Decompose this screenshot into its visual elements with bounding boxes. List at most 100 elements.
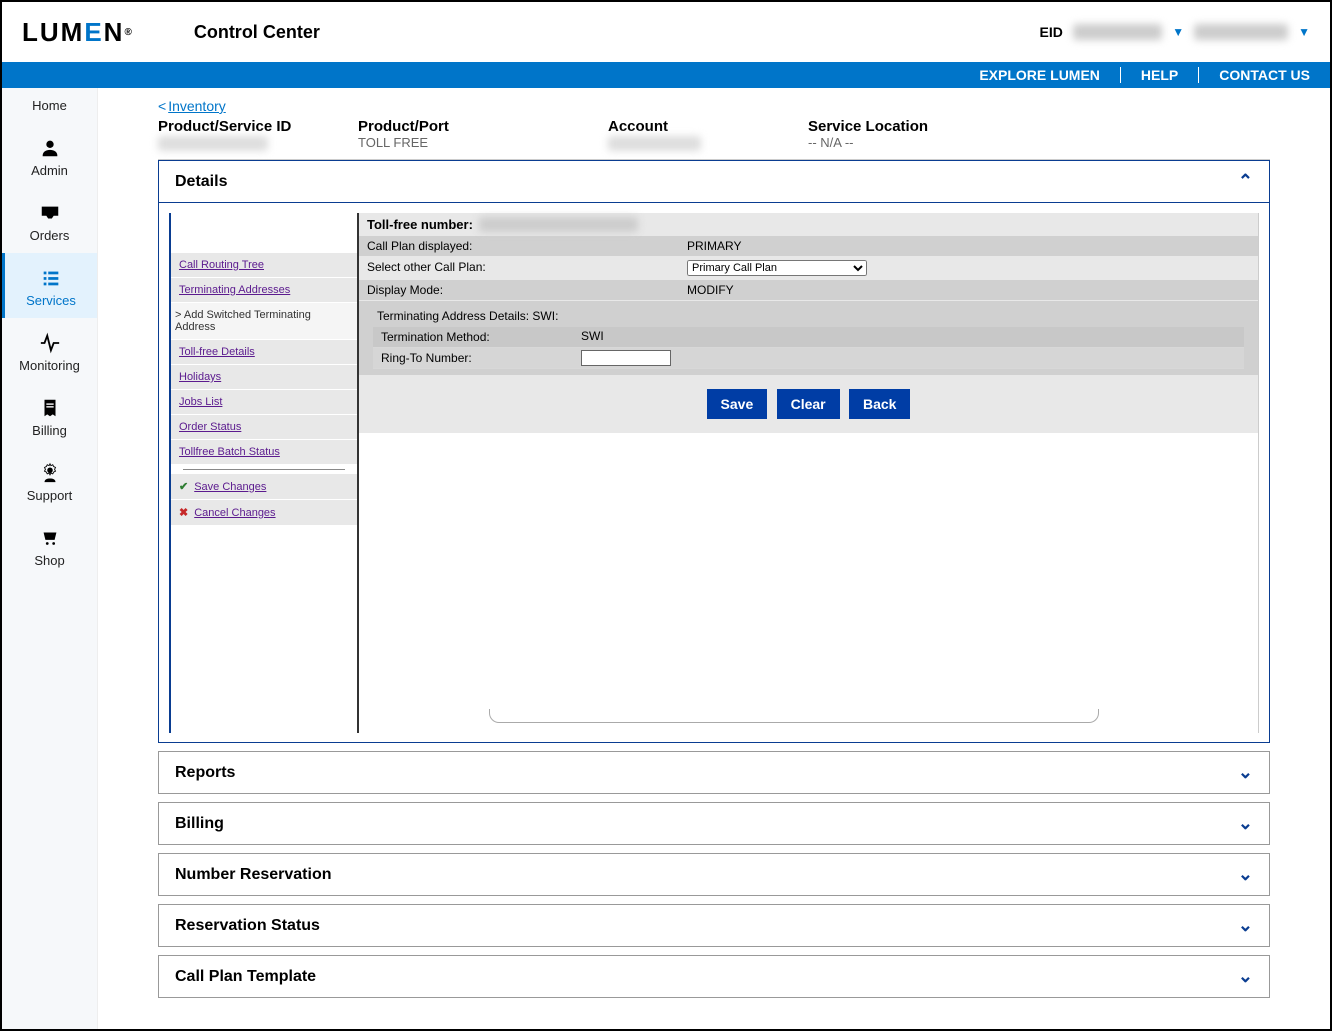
nav-services[interactable]: Services [2, 253, 97, 318]
menu-order-status-link[interactable]: Order Status [179, 421, 241, 433]
menu-tollfree-batch-status-link[interactable]: Tollfree Batch Status [179, 446, 280, 458]
number-reservation-panel: Number Reservation ⌄ [158, 853, 1270, 896]
details-title: Details [175, 173, 227, 191]
nav-admin[interactable]: Admin [2, 123, 97, 188]
nav-shop-label: Shop [34, 553, 64, 568]
pulse-icon [39, 332, 61, 354]
menu-tollfree-batch-status[interactable]: Tollfree Batch Status [171, 440, 357, 465]
menu-holidays[interactable]: Holidays [171, 365, 357, 390]
call-plan-template-panel-header[interactable]: Call Plan Template⌄ [159, 956, 1269, 997]
chevron-down-icon[interactable]: ⌄ [1238, 813, 1253, 834]
reservation-status-title: Reservation Status [175, 917, 320, 935]
menu-jobs-list-link[interactable]: Jobs List [179, 396, 222, 408]
chevron-down-icon[interactable]: ⌄ [1238, 915, 1253, 936]
save-button[interactable]: Save [707, 389, 768, 419]
details-sidemenu: Call Routing Tree Terminating Addresses … [171, 213, 357, 733]
tollfree-number-value: XXXXXXX XXXX [479, 217, 638, 232]
menu-holidays-link[interactable]: Holidays [179, 371, 221, 383]
termination-method-label: Termination Method: [373, 327, 573, 347]
gear-user-icon [39, 462, 61, 484]
chevron-down-icon[interactable]: ⌄ [1238, 864, 1253, 885]
x-icon: ✖ [179, 506, 188, 519]
contact-us-link[interactable]: CONTACT US [1213, 67, 1316, 83]
breadcrumb: <Inventory [158, 88, 1270, 118]
help-link[interactable]: HELP [1135, 67, 1184, 83]
details-body: Call Routing Tree Terminating Addresses … [159, 202, 1269, 742]
menu-save-changes[interactable]: ✔ Save Changes [171, 474, 357, 500]
chevron-down-icon[interactable]: ▼ [1172, 25, 1184, 39]
product-port-label: Product/Port [358, 118, 578, 135]
terminating-address-details: Terminating Address Details: SWI: Termin… [359, 301, 1258, 375]
menu-terminating-addresses[interactable]: Terminating Addresses [171, 278, 357, 303]
reservation-status-panel: Reservation Status ⌄ [158, 904, 1270, 947]
nav-support-label: Support [27, 488, 73, 503]
menu-add-switched-selected[interactable]: Add Switched Terminating Address [171, 303, 357, 340]
billing-title: Billing [175, 815, 224, 833]
info-row: Product/Service IDXXXXXXXXX Product/Port… [158, 118, 1270, 160]
menu-save-changes-link[interactable]: Save Changes [194, 481, 266, 493]
chevron-up-icon[interactable]: ⌃ [1238, 171, 1253, 192]
nav-shop[interactable]: Shop [2, 513, 97, 578]
call-plan-displayed-value: PRIMARY [679, 236, 1258, 256]
nav-orders[interactable]: Orders [2, 188, 97, 253]
account-value: XXXXXXX [608, 136, 701, 151]
explore-lumen-link[interactable]: EXPLORE LUMEN [973, 67, 1106, 83]
ring-to-number-input[interactable] [581, 350, 671, 366]
service-location-label: Service Location [808, 118, 978, 135]
logo-registered: ® [124, 27, 133, 38]
eid-value[interactable]: XXXXXXX [1073, 24, 1162, 40]
clear-button[interactable]: Clear [777, 389, 840, 419]
nav-billing[interactable]: Billing [2, 383, 97, 448]
menu-cancel-changes-link[interactable]: Cancel Changes [194, 507, 275, 519]
number-reservation-title: Number Reservation [175, 866, 332, 884]
menu-tollfree-details[interactable]: Toll-free Details [171, 340, 357, 365]
chevron-down-icon[interactable]: ▼ [1298, 25, 1310, 39]
menu-order-status[interactable]: Order Status [171, 415, 357, 440]
cart-icon [39, 527, 61, 549]
service-location-value: -- N/A -- [808, 135, 978, 150]
call-plan-select[interactable]: Primary Call Plan [687, 260, 867, 276]
list-icon [40, 267, 62, 289]
breadcrumb-inventory[interactable]: Inventory [168, 98, 226, 114]
menu-terminating-addresses-link[interactable]: Terminating Addresses [179, 284, 290, 296]
billing-panel-header[interactable]: Billing ⌄ [159, 803, 1269, 844]
user-name[interactable]: xxxxxxxxxx [1194, 24, 1288, 40]
nav-services-label: Services [26, 293, 76, 308]
separator [1198, 67, 1199, 83]
check-icon: ✔ [179, 480, 188, 493]
chevron-down-icon[interactable]: ⌄ [1238, 762, 1253, 783]
nav-support[interactable]: Support [2, 448, 97, 513]
bottom-curve-decoration [489, 709, 1099, 723]
term-details-title: Terminating Address Details: SWI: [359, 301, 1258, 327]
chevron-down-icon[interactable]: ⌄ [1238, 966, 1253, 987]
nav-billing-label: Billing [32, 423, 67, 438]
reports-panel-header[interactable]: Reports ⌄ [159, 752, 1269, 793]
tollfree-number-label: Toll-free number: [367, 217, 473, 232]
logo-post: N [104, 17, 125, 48]
detail-main: Toll-free number:XXXXXXX XXXX Call Plan … [357, 213, 1258, 733]
details-panel-header[interactable]: Details ⌃ [159, 161, 1269, 202]
app-header: LUMEN® Control Center EID XXXXXXX ▼ xxxx… [2, 2, 1330, 62]
invoice-icon [39, 397, 61, 419]
nav-monitoring[interactable]: Monitoring [2, 318, 97, 383]
reports-title: Reports [175, 764, 235, 782]
nav-home[interactable]: Home [2, 88, 97, 123]
menu-call-routing-tree[interactable]: Call Routing Tree [171, 253, 357, 278]
menu-tollfree-details-link[interactable]: Toll-free Details [179, 346, 255, 358]
reservation-status-panel-header[interactable]: Reservation Status ⌄ [159, 905, 1269, 946]
left-nav: Home Admin Orders Services Monitoring Bi… [2, 88, 98, 1029]
menu-cancel-changes[interactable]: ✖ Cancel Changes [171, 500, 357, 526]
menu-jobs-list[interactable]: Jobs List [171, 390, 357, 415]
product-port-value: TOLL FREE [358, 135, 578, 150]
termination-method-value: SWI [573, 327, 1244, 347]
menu-call-routing-tree-link[interactable]: Call Routing Tree [179, 259, 264, 271]
chevron-left-icon: < [158, 98, 166, 114]
back-button[interactable]: Back [849, 389, 910, 419]
separator [1120, 67, 1121, 83]
button-row: Save Clear Back [359, 375, 1258, 433]
billing-panel: Billing ⌄ [158, 802, 1270, 845]
eid-label: EID [1040, 24, 1063, 40]
lumen-logo: LUMEN® [22, 17, 134, 48]
reports-panel: Reports ⌄ [158, 751, 1270, 794]
number-reservation-panel-header[interactable]: Number Reservation ⌄ [159, 854, 1269, 895]
